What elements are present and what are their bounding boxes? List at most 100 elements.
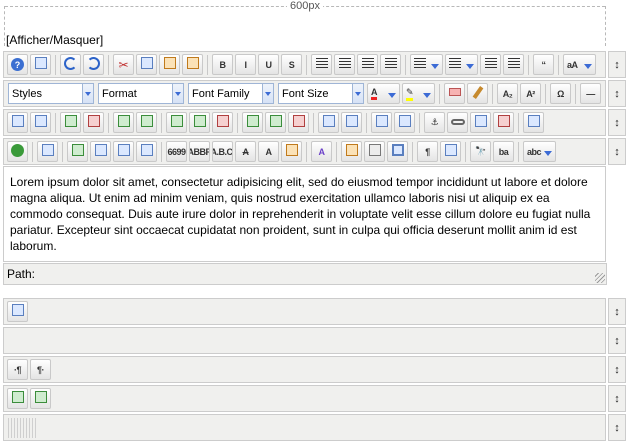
paste-button[interactable]	[159, 54, 180, 75]
absolute-position-button[interactable]	[136, 141, 157, 162]
row-after-button[interactable]	[136, 112, 157, 133]
search-button[interactable]: 🔭	[470, 141, 491, 162]
ltr-button[interactable]: ·¶	[7, 359, 28, 380]
acronym-button[interactable]: A.B.C.	[212, 141, 233, 162]
horizontal-rule-button[interactable]: —	[580, 83, 601, 104]
row-resize-handle[interactable]: ↕	[608, 51, 626, 78]
blockquote-button[interactable]: “	[533, 54, 554, 75]
print-button[interactable]	[364, 141, 385, 162]
deletion-button[interactable]: A	[235, 141, 256, 162]
replace-button[interactable]: ba	[493, 141, 514, 162]
subscript-button[interactable]: A₂	[497, 83, 518, 104]
clean-brush-button[interactable]	[467, 83, 488, 104]
help-button[interactable]: ?	[7, 54, 28, 75]
row-resize-handle[interactable]: ↕	[608, 414, 626, 441]
table-props-button[interactable]	[7, 301, 28, 322]
frame-button[interactable]	[394, 112, 415, 133]
superscript-button[interactable]: A²	[520, 83, 541, 104]
align-justify-button[interactable]	[311, 54, 332, 75]
drag-grip-icon[interactable]	[8, 417, 38, 438]
chevron-down-icon	[262, 84, 273, 103]
abbr-button[interactable]: ABBR	[189, 141, 210, 162]
row-before-button[interactable]	[113, 112, 134, 133]
rtl-button[interactable]: ¶·	[30, 359, 51, 380]
media-button[interactable]	[523, 112, 544, 133]
align-right-button[interactable]	[380, 54, 401, 75]
row-resize-handle[interactable]: ↕	[608, 298, 626, 325]
special-char-button[interactable]: Ω	[550, 83, 571, 104]
text-color-button[interactable]: A	[367, 83, 400, 104]
row-resize-handle[interactable]: ↕	[608, 385, 626, 412]
bullet-list-button[interactable]	[445, 54, 478, 75]
new-document-icon	[34, 57, 47, 72]
resize-grip-icon[interactable]	[595, 273, 605, 283]
outdent-button[interactable]	[480, 54, 501, 75]
fullscreen-button[interactable]	[387, 141, 408, 162]
image-button[interactable]	[470, 112, 491, 133]
move-backward-button[interactable]	[113, 141, 134, 162]
row-resize-handle[interactable]: ↕	[608, 138, 626, 165]
move-forward-button[interactable]	[90, 141, 111, 162]
insertion-button[interactable]: A	[258, 141, 279, 162]
delete-col-button[interactable]	[288, 112, 309, 133]
editor-content-area[interactable]: Lorem ipsum dolor sit amet, consectetur …	[3, 166, 606, 262]
underline-button[interactable]: U	[258, 54, 279, 75]
unlink-button[interactable]	[493, 112, 514, 133]
row-resize-handle[interactable]: ↕	[608, 356, 626, 383]
non-breaking-button[interactable]	[440, 141, 461, 162]
paste-text-button[interactable]	[182, 54, 203, 75]
anchor-button[interactable]: ⚓	[424, 112, 445, 133]
bold-button[interactable]: B	[212, 54, 233, 75]
row-resize-handle[interactable]: ↕	[608, 80, 626, 107]
table-cell-button[interactable]	[30, 112, 51, 133]
toggle-toolbar-link[interactable]: [Afficher/Masquer]	[6, 33, 103, 47]
row-resize-handle[interactable]: ↕	[608, 109, 626, 136]
insert-row-before-button[interactable]	[166, 112, 187, 133]
styles-select[interactable]: Styles	[8, 83, 94, 104]
split-cells-button[interactable]	[318, 112, 339, 133]
font-family-select[interactable]: Font Family	[188, 83, 274, 104]
redo-button[interactable]	[83, 54, 104, 75]
path-label: Path:	[7, 267, 36, 281]
layer-button[interactable]	[371, 112, 392, 133]
show-blocks-button[interactable]: ¶	[417, 141, 438, 162]
delete-table-row-button[interactable]	[212, 112, 233, 133]
merge-cells-button[interactable]	[341, 112, 362, 133]
cite-button[interactable]: 6699	[166, 141, 187, 162]
style-props-button[interactable]: A	[311, 141, 332, 162]
link-button[interactable]	[447, 112, 468, 133]
source-code-button[interactable]	[37, 141, 58, 162]
split-cells-icon	[322, 115, 335, 130]
cut-button[interactable]: ✂	[113, 54, 134, 75]
insert-row-after-button[interactable]	[189, 112, 210, 133]
highlight-color-button[interactable]: ✎	[402, 83, 435, 104]
table-button[interactable]	[7, 112, 28, 133]
extra-row-5-buttons	[4, 415, 38, 440]
new-document-button[interactable]	[30, 54, 51, 75]
delete-row-button[interactable]	[83, 112, 104, 133]
indent-button[interactable]	[503, 54, 524, 75]
row-resize-handle[interactable]: ↕	[608, 327, 626, 354]
copy-button[interactable]	[136, 54, 157, 75]
insert-image-left-button[interactable]	[7, 388, 28, 409]
insert-col-after-button[interactable]	[265, 112, 286, 133]
strikethrough-button[interactable]: S	[281, 54, 302, 75]
edit-row-button[interactable]	[60, 112, 81, 133]
italic-button[interactable]: I	[235, 54, 256, 75]
insert-col-before-button[interactable]	[242, 112, 263, 133]
text-case-button[interactable]: aA	[563, 54, 596, 75]
font-size-select[interactable]: Font Size	[278, 83, 364, 104]
insert-layer-button[interactable]	[67, 141, 88, 162]
format-select[interactable]: Format	[98, 83, 184, 104]
align-center-button[interactable]	[357, 54, 378, 75]
history-button[interactable]	[7, 141, 28, 162]
insert-image-right-button[interactable]	[30, 388, 51, 409]
numbered-list-button[interactable]	[410, 54, 443, 75]
attributes-button[interactable]	[281, 141, 302, 162]
align-left-button[interactable]	[334, 54, 355, 75]
toolbar-separator	[161, 141, 162, 162]
spellcheck-button[interactable]: abc	[523, 141, 556, 162]
undo-button[interactable]	[60, 54, 81, 75]
eraser-button[interactable]	[444, 83, 465, 104]
template-button[interactable]	[341, 141, 362, 162]
